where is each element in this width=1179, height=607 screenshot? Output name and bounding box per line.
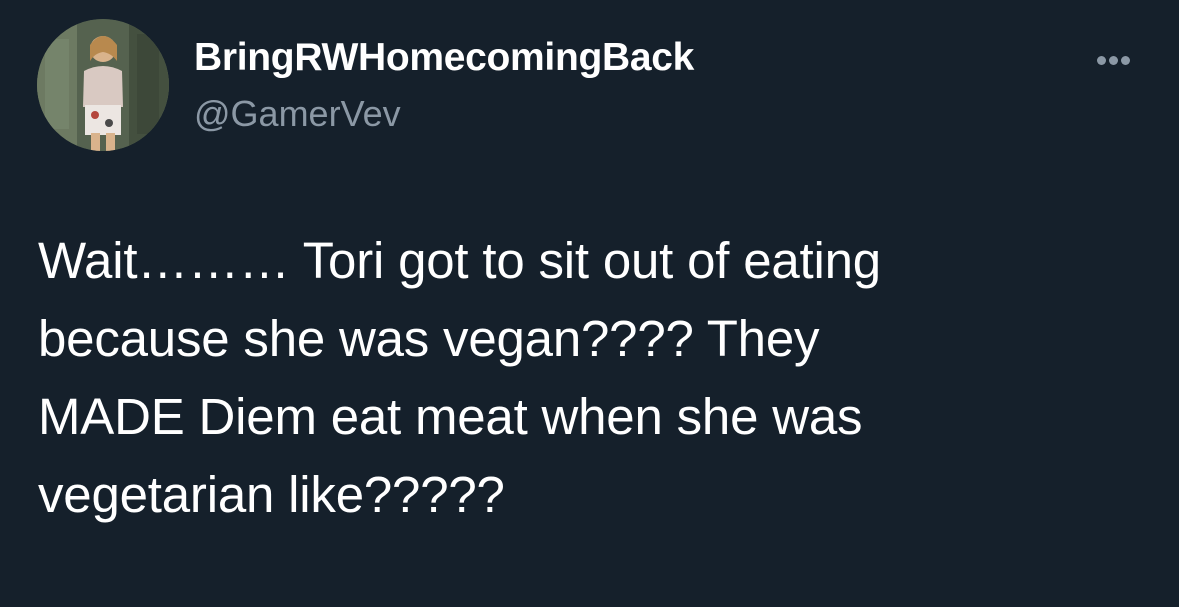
avatar[interactable] <box>37 19 169 151</box>
author-display-name[interactable]: BringRWHomecomingBack <box>194 36 694 80</box>
tweet-text: Wait……… Tori got to sit out of eating be… <box>38 222 1148 534</box>
profile-photo-icon <box>37 19 169 151</box>
tweet-text-line: vegetarian like????? <box>38 466 505 523</box>
more-dot <box>1097 56 1106 65</box>
tweet-text-line: because she was vegan???? They <box>38 310 820 367</box>
author-handle[interactable]: @GamerVev <box>194 93 401 135</box>
more-dot <box>1121 56 1130 65</box>
tweet-text-line: Wait……… Tori got to sit out of eating <box>38 232 881 289</box>
tweet-text-line: MADE Diem eat meat when she was <box>38 388 863 445</box>
more-dot <box>1109 56 1118 65</box>
more-options-icon[interactable] <box>1088 45 1138 75</box>
tweet-card: BringRWHomecomingBack @GamerVev Wait……… … <box>0 0 1179 607</box>
